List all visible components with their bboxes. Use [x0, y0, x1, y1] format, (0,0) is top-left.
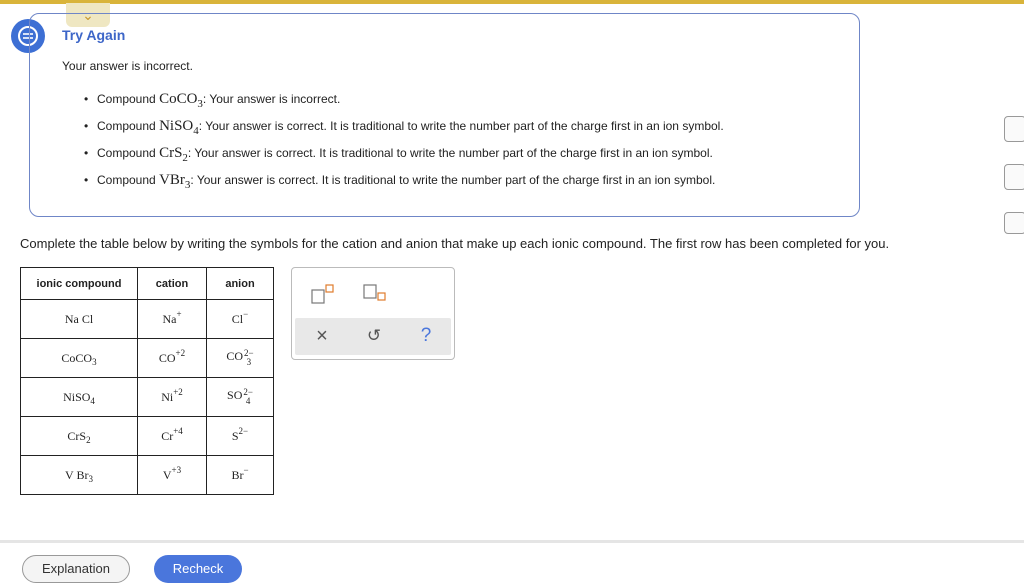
cation-input[interactable]: Ni+2 — [137, 377, 207, 417]
answer-palette: × ↺ ? — [291, 267, 455, 360]
calculator-icon[interactable] — [1004, 116, 1024, 142]
feedback-item: • Compound CoCO3: Your answer is incorre… — [84, 91, 341, 110]
compound-cell: CrS2 — [20, 416, 138, 456]
explanation-button[interactable]: Explanation — [22, 555, 130, 583]
feedback-item: • Compound CrS2: Your answer is correct.… — [84, 145, 713, 164]
feedback-list: • Compound CoCO3: Your answer is incorre… — [84, 90, 724, 198]
subscript-tool-icon[interactable] — [362, 282, 388, 306]
compound-cell: V Br3 — [20, 455, 138, 495]
table-row: CrS2 Cr+4 S2− — [20, 416, 274, 456]
palette-action-bar: × ↺ ? — [295, 318, 451, 355]
table-row: Na Cl Na+ Cl− — [20, 299, 274, 339]
footer-divider — [0, 540, 1024, 543]
top-accent-bar — [0, 0, 1024, 4]
header-cation: cation — [137, 267, 207, 300]
cation-input[interactable]: V+3 — [137, 455, 207, 495]
anion-input[interactable]: S2− — [206, 416, 274, 456]
table-row: V Br3 V+3 Br− — [20, 455, 274, 495]
help-icon[interactable]: ? — [411, 324, 441, 348]
compound-cell: CoCO3 — [20, 338, 138, 378]
table-row: NiSO4 Ni+2 SO 2− 4 — [20, 377, 274, 417]
periodic-table-icon[interactable] — [1004, 212, 1024, 234]
header-anion: anion — [206, 267, 274, 300]
cation-input[interactable]: CO+2 — [137, 338, 207, 378]
compound-cell: NiSO4 — [20, 377, 138, 417]
anion-input[interactable]: Cl− — [206, 299, 274, 339]
feedback-title: Try Again — [62, 27, 126, 43]
ionic-compound-table: ionic compound cation anion Na Cl Na+ Cl… — [20, 267, 274, 495]
anion-input[interactable]: SO 2− 4 — [206, 377, 274, 417]
bar-chart-icon[interactable] — [1004, 164, 1024, 190]
cation-input[interactable]: Cr+4 — [137, 416, 207, 456]
header-ionic-compound: ionic compound — [20, 267, 138, 300]
anion-input[interactable]: Br− — [206, 455, 274, 495]
undo-icon[interactable]: ↺ — [359, 324, 389, 348]
instructions-text: Complete the table below by writing the … — [20, 236, 890, 251]
recheck-button[interactable]: Recheck — [154, 555, 242, 583]
feedback-message: Your answer is incorrect. — [62, 59, 193, 73]
compound-cell: Na Cl — [20, 299, 138, 339]
superscript-tool-icon[interactable] — [310, 282, 336, 306]
clear-icon[interactable]: × — [307, 324, 337, 348]
feedback-item: • Compound NiSO4: Your answer is correct… — [84, 118, 724, 137]
anion-input[interactable]: CO 2− 3 — [206, 338, 274, 378]
feedback-item: • Compound VBr3: Your answer is correct.… — [84, 172, 716, 191]
cation-input[interactable]: Na+ — [137, 299, 207, 339]
table-row: CoCO3 CO+2 CO 2− 3 — [20, 338, 274, 378]
